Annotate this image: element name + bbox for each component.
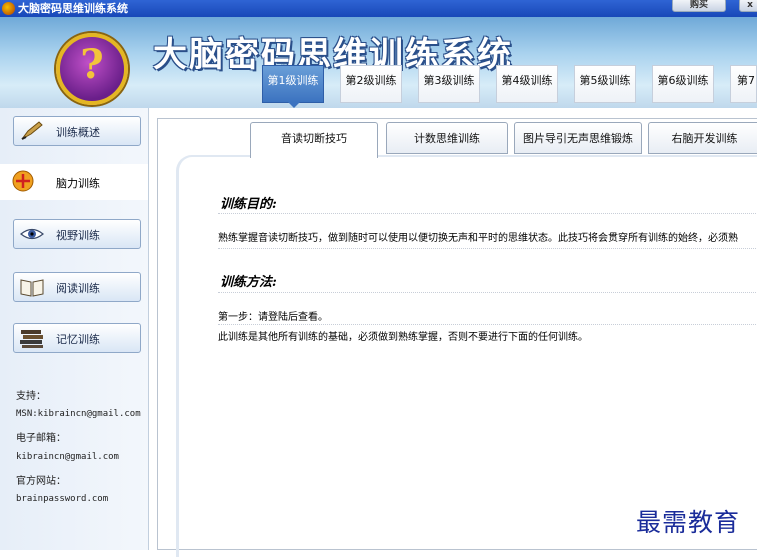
- tab-label: 第6级训练: [657, 74, 709, 87]
- tab-label: 第5级训练: [579, 74, 631, 87]
- tab-label: 第3级训练: [423, 74, 475, 87]
- divider: [218, 292, 757, 293]
- divider: [218, 324, 757, 325]
- books-stack-icon: [20, 330, 43, 348]
- tab-level-2[interactable]: 第2级训练: [340, 65, 402, 103]
- sidebar-item-reading[interactable]: 阅读训练: [13, 272, 141, 302]
- divider: [218, 213, 757, 214]
- buy-button[interactable]: 购买: [672, 0, 726, 12]
- email-link[interactable]: kibraincn@gmail.com: [16, 452, 119, 462]
- method-heading: 训练方法:: [220, 275, 277, 290]
- sidebar-item-label: 训练概述: [56, 126, 100, 139]
- sidebar-item-vision[interactable]: 视野训练: [13, 219, 141, 249]
- pen-icon: [21, 121, 43, 140]
- app-icon: [2, 2, 15, 15]
- email-label: 电子邮箱：: [16, 433, 66, 444]
- tab-label: 图片导引无声思维锻炼: [523, 132, 633, 145]
- tab-label: 第4级训练: [501, 74, 553, 87]
- tab-label: 第1级训练: [267, 74, 319, 87]
- window-title: 大脑密码思维训练系统: [18, 2, 128, 15]
- tab-level-3[interactable]: 第3级训练: [418, 65, 480, 103]
- sidebar-item-brain[interactable]: 脑力训练: [0, 164, 148, 200]
- brain-logo-icon: ?: [56, 33, 128, 105]
- tab-sound-cutoff[interactable]: 音读切断技巧: [250, 122, 378, 158]
- msn-text: MSN:kibraincn@gmail.com: [16, 409, 141, 419]
- sidebar-item-memory[interactable]: 记忆训练: [13, 323, 141, 353]
- tab-label: 音读切断技巧: [281, 132, 347, 145]
- tab-right-brain[interactable]: 右脑开发训练: [648, 122, 757, 154]
- step-1-text: 第一步：请登陆后查看。: [218, 312, 328, 323]
- tab-level-7[interactable]: 第7级训练: [730, 65, 757, 103]
- sidebar-item-label: 视野训练: [56, 229, 100, 242]
- level-tabs: 第1级训练 第2级训练 第3级训练 第4级训练 第5级训练 第6级训练 第7级训…: [262, 65, 757, 108]
- eye-icon: [20, 228, 44, 240]
- tab-picture-guided[interactable]: 图片导引无声思维锻炼: [514, 122, 642, 154]
- divider: [218, 248, 757, 249]
- tab-level-5[interactable]: 第5级训练: [574, 65, 636, 103]
- close-button[interactable]: x: [739, 0, 757, 12]
- sidebar-item-overview[interactable]: 训练概述: [13, 116, 141, 146]
- purpose-heading: 训练目的:: [220, 197, 277, 212]
- sidebar-item-label: 脑力训练: [56, 177, 100, 190]
- tab-label: 右脑开发训练: [671, 132, 738, 145]
- window-titlebar: 大脑密码思维训练系统 购买 x: [0, 0, 757, 17]
- content-panel: 音读切断技巧 计数思维训练 图片导引无声思维锻炼 右脑开发训练 训练目的: 熟练…: [157, 118, 757, 557]
- purpose-text: 熟练掌握音读切断技巧，做到随时可以使用以便切换无声和平时的思维状态。此技巧将会贯…: [218, 233, 738, 244]
- tab-label: 第7级训练: [737, 74, 755, 87]
- tab-level-4[interactable]: 第4级训练: [496, 65, 558, 103]
- logo-glyph: ?: [80, 41, 104, 88]
- support-label: 支持：: [16, 391, 46, 402]
- tab-label: 计数思维训练: [414, 132, 480, 145]
- tab-label: 第2级训练: [345, 74, 397, 87]
- tab-counting[interactable]: 计数思维训练: [386, 122, 508, 154]
- watermark-text: 最需教育: [636, 508, 741, 537]
- active-pointer-icon: [288, 102, 300, 108]
- sidebar-item-label: 阅读训练: [56, 282, 100, 295]
- website-label: 官方网站：: [16, 476, 66, 487]
- sidebar: 训练概述 脑力训练 视野训练 阅读训练 记忆训练 支持： MSN:kibrain…: [0, 108, 149, 550]
- book-icon: [20, 279, 44, 297]
- content-frame: [176, 155, 757, 557]
- tab-level-1[interactable]: 第1级训练: [262, 65, 324, 108]
- app-header: ? 大脑密码思维训练系统 第1级训练 第2级训练 第3级训练 第4级训练 第5级…: [0, 17, 757, 108]
- brain-icon: [12, 170, 34, 192]
- website-link[interactable]: brainpassword.com: [16, 494, 108, 504]
- tab-level-6[interactable]: 第6级训练: [652, 65, 714, 103]
- sidebar-item-label: 记忆训练: [56, 333, 100, 346]
- note-text: 此训练是其他所有训练的基础，必须做到熟练掌握，否则不要进行下面的任何训练。: [218, 332, 588, 343]
